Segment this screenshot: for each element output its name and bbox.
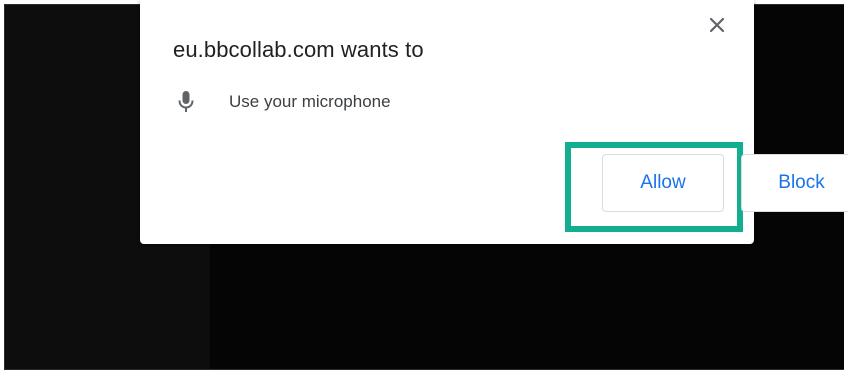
prompt-title: eu.bbcollab.com wants to	[173, 37, 424, 62]
block-button[interactable]: Block	[741, 154, 848, 212]
close-button[interactable]	[700, 8, 734, 42]
allow-button[interactable]: Allow	[602, 154, 724, 212]
microphone-icon	[176, 88, 196, 116]
close-icon	[709, 17, 725, 33]
permission-label: Use your microphone	[229, 92, 391, 111]
permission-row: Use your microphone	[176, 88, 391, 116]
permission-prompt: eu.bbcollab.com wants to Use your microp…	[140, 0, 848, 244]
